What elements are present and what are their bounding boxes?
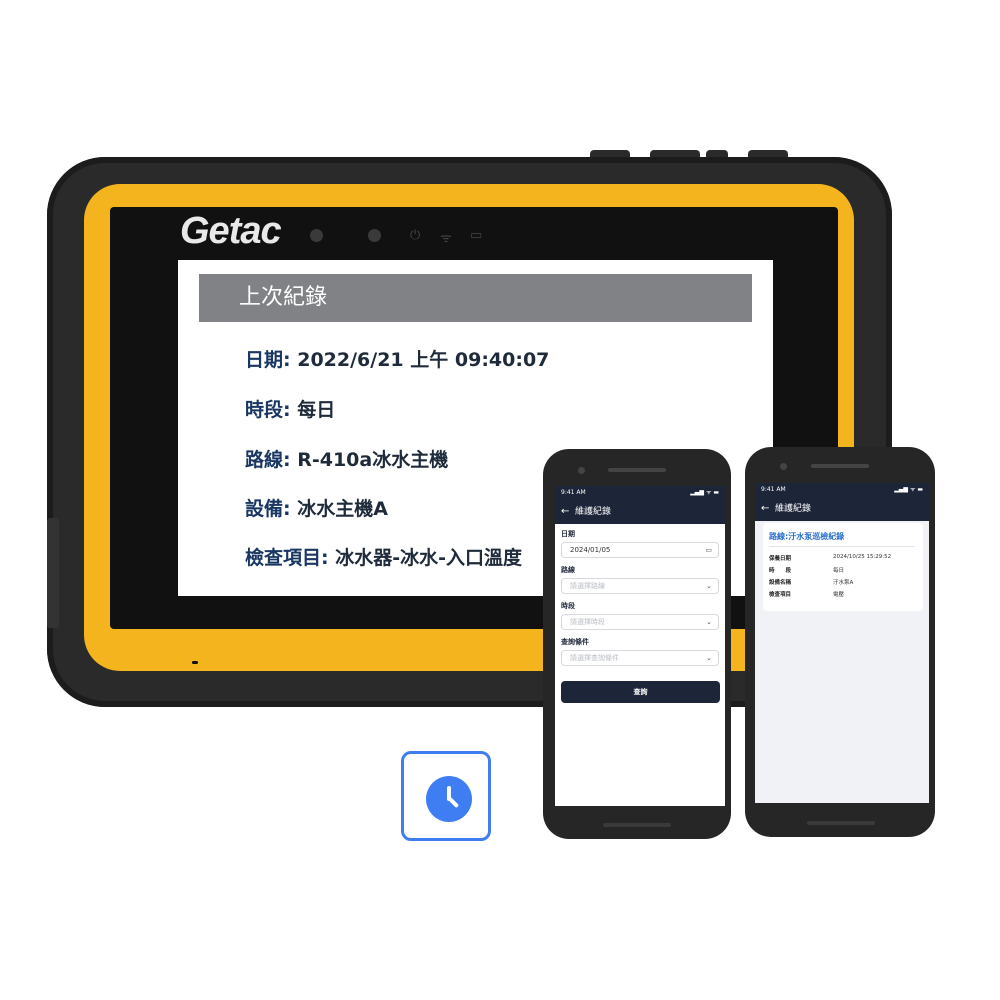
record-label: 檢查項目:	[245, 547, 329, 569]
condition-label: 查詢條件	[561, 638, 589, 646]
phone-bottom-bar	[603, 823, 671, 827]
phone-speaker	[608, 468, 666, 472]
card-title: 路線:汙水泵巡檢紀錄	[769, 532, 845, 541]
clock-badge	[401, 751, 491, 841]
camera-sensor	[368, 229, 381, 242]
screen-title: 維護紀錄	[575, 507, 612, 517]
phone-bottom-bar	[807, 821, 875, 825]
calendar-icon[interactable]: ▭	[705, 543, 712, 557]
status-icons: ▂▄▆ ᯤ ▬	[690, 489, 719, 496]
chevron-down-icon[interactable]: ⌄	[706, 579, 712, 593]
battery-icon: ▭	[470, 228, 483, 243]
record-route: 路線: R-410a冰水主機	[245, 445, 448, 472]
phone-query: 9:41 AM ▂▄▆ ᯤ ▬ ← 維護紀錄 日期 2024/01/05 ▭ 路…	[543, 449, 731, 839]
tablet-side-port	[47, 518, 59, 628]
condition-placeholder: 請選擇查詢條件	[570, 654, 619, 662]
card-value: 每日	[833, 568, 845, 574]
clock-hand	[447, 796, 460, 809]
period-select[interactable]: 請選擇時段 ⌄	[561, 614, 719, 630]
record-check-item: 檢查項目: 冰水器-冰水-入口溫度	[245, 543, 522, 570]
status-icons: ▂▄▆ ᯤ ▬	[894, 486, 923, 493]
phone-result: 9:41 AM ▂▄▆ ᯤ ▬ ← 維護紀錄 路線:汙水泵巡檢紀錄 保養日期 2…	[745, 447, 935, 837]
chevron-down-icon[interactable]: ⌄	[706, 651, 712, 665]
arrow-left-icon[interactable]: ←	[761, 497, 769, 521]
card-value: 電壓	[833, 592, 845, 598]
card-key: 設備名稱	[769, 580, 792, 586]
record-value: 每日	[290, 399, 336, 421]
card-value: 汙水泵A	[833, 580, 854, 586]
power-icon: ⏻	[410, 228, 421, 243]
period-label: 時段	[561, 602, 575, 610]
record-period: 時段: 每日	[245, 395, 335, 422]
app-bar: ← 維護紀錄	[555, 500, 725, 524]
phone-speaker	[811, 464, 869, 468]
app-bar: ← 維護紀錄	[755, 497, 929, 521]
route-placeholder: 請選擇路線	[570, 582, 605, 590]
phone-screen: 9:41 AM ▂▄▆ ᯤ ▬ ← 維護紀錄 日期 2024/01/05 ▭ 路…	[555, 486, 725, 806]
wifi-icon: ᯤ	[440, 231, 452, 246]
record-value: 冰水器-冰水-入口溫度	[328, 547, 522, 569]
status-time: 9:41 AM	[761, 486, 786, 493]
page-title: 上次紀錄	[199, 274, 752, 322]
query-button[interactable]: 查詢	[561, 681, 720, 703]
record-value: 2022/6/21 上午 09:40:07	[290, 349, 550, 371]
record-date: 日期: 2022/6/21 上午 09:40:07	[245, 345, 549, 372]
clock-icon	[426, 776, 472, 822]
record-label: 設備:	[245, 498, 291, 520]
phone-camera	[780, 463, 787, 470]
card-value: 2024/10/25 15:29:52	[833, 554, 892, 560]
card-key: 檢查項目	[769, 592, 792, 598]
route-select[interactable]: 請選擇路線 ⌄	[561, 578, 719, 594]
camera-sensor	[310, 229, 323, 242]
date-value: 2024/01/05	[570, 546, 611, 554]
record-value: 冰水主機A	[290, 498, 388, 520]
route-label: 路線	[561, 566, 575, 574]
status-time: 9:41 AM	[561, 489, 586, 496]
status-bar: 9:41 AM ▂▄▆ ᯤ ▬	[555, 486, 725, 500]
phone-camera	[578, 467, 585, 474]
card-key: 時 段	[769, 568, 792, 574]
date-field[interactable]: 2024/01/05 ▭	[561, 542, 719, 558]
status-bar: 9:41 AM ▂▄▆ ᯤ ▬	[755, 483, 929, 497]
record-label: 時段:	[245, 399, 291, 421]
date-label: 日期	[561, 530, 575, 538]
record-label: 日期:	[245, 349, 291, 371]
record-equipment: 設備: 冰水主機A	[245, 494, 388, 521]
condition-select[interactable]: 請選擇查詢條件 ⌄	[561, 650, 719, 666]
record-label: 路線:	[245, 449, 291, 471]
record-card[interactable]: 路線:汙水泵巡檢紀錄 保養日期 2024/10/25 15:29:52 時 段 …	[763, 523, 923, 611]
arrow-left-icon[interactable]: ←	[561, 500, 569, 524]
chevron-down-icon[interactable]: ⌄	[706, 615, 712, 629]
tablet-led	[192, 661, 198, 664]
card-key: 保養日期	[769, 556, 792, 562]
screen-title: 維護紀錄	[775, 504, 812, 514]
card-divider	[769, 546, 915, 547]
brand-logo: Getac	[180, 210, 282, 252]
record-value: R-410a冰水主機	[290, 449, 449, 471]
phone-screen: 9:41 AM ▂▄▆ ᯤ ▬ ← 維護紀錄 路線:汙水泵巡檢紀錄 保養日期 2…	[755, 483, 929, 803]
period-placeholder: 請選擇時段	[570, 618, 605, 626]
